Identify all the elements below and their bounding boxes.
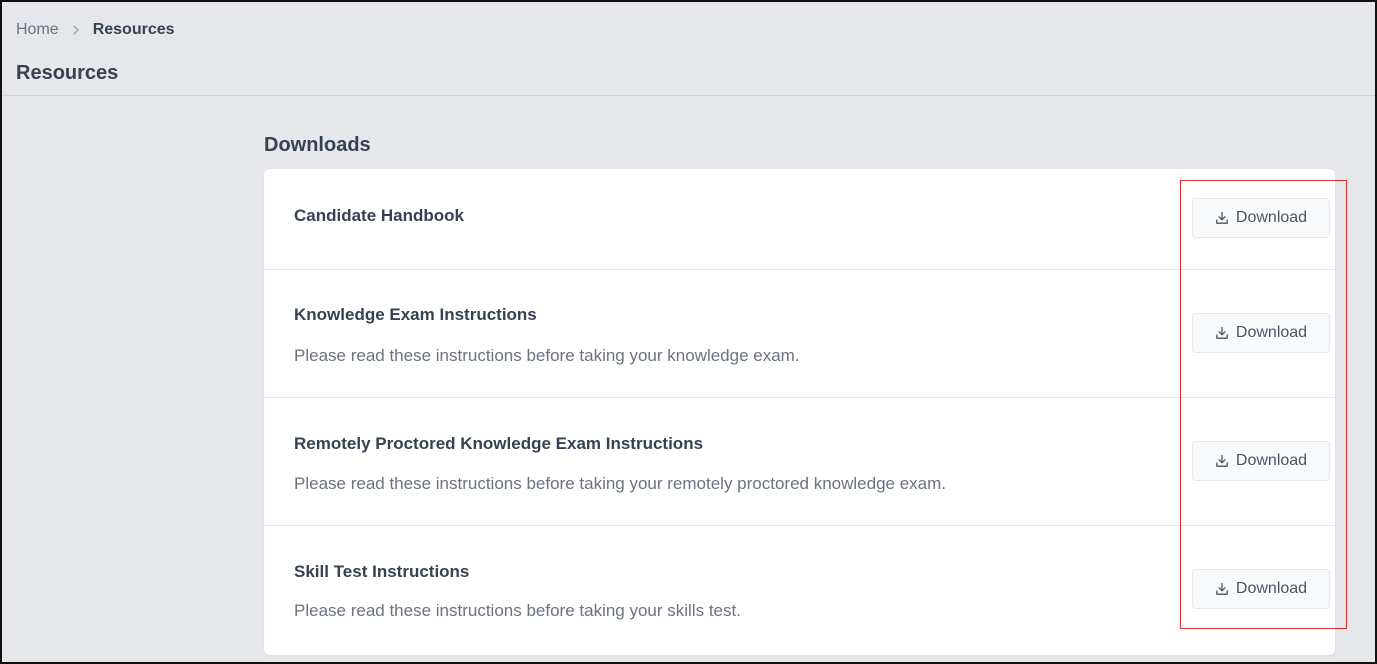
download-button-label: Download	[1235, 209, 1308, 226]
download-item-description: Please read these instructions before ta…	[294, 601, 741, 620]
download-row-knowledge-exam: Knowledge Exam Instructions Please read …	[264, 270, 1335, 398]
breadcrumb-current: Resources	[92, 21, 175, 38]
download-item-title: Candidate Handbook	[294, 206, 465, 225]
app-frame: Home Resources Resources Downloads Candi…	[0, 0, 1377, 664]
download-button[interactable]: Download	[1192, 441, 1330, 481]
download-button-label: Download	[1235, 452, 1308, 469]
download-icon	[1215, 211, 1229, 225]
chevron-right-icon	[59, 20, 93, 40]
downloads-card: Candidate Handbook Download Knowledge Ex…	[264, 169, 1335, 655]
download-item-description: Please read these instructions before ta…	[294, 474, 947, 493]
download-icon	[1215, 454, 1229, 468]
download-button-label: Download	[1235, 324, 1308, 341]
download-row-remote-knowledge-exam: Remotely Proctored Knowledge Exam Instru…	[264, 398, 1335, 526]
download-item-description: Please read these instructions before ta…	[294, 346, 800, 365]
breadcrumb-home-link[interactable]: Home	[16, 20, 59, 40]
download-item-title: Skill Test Instructions	[294, 562, 470, 581]
download-button-label: Download	[1235, 580, 1308, 597]
download-button[interactable]: Download	[1192, 198, 1330, 238]
download-icon	[1215, 582, 1229, 596]
downloads-section-title: Downloads	[264, 134, 371, 156]
download-row-skill-test: Skill Test Instructions Please read thes…	[264, 526, 1335, 655]
breadcrumb: Home Resources	[16, 20, 175, 40]
download-button[interactable]: Download	[1192, 313, 1330, 353]
page-header: Home Resources Resources	[2, 2, 1375, 96]
download-icon	[1215, 326, 1229, 340]
page-title: Resources	[16, 62, 119, 84]
download-item-title: Remotely Proctored Knowledge Exam Instru…	[294, 434, 704, 453]
download-button[interactable]: Download	[1192, 569, 1330, 609]
download-row-candidate-handbook: Candidate Handbook Download	[264, 169, 1335, 270]
download-item-title: Knowledge Exam Instructions	[294, 305, 537, 324]
main-content: Downloads Candidate Handbook Download Kn…	[2, 97, 1375, 662]
